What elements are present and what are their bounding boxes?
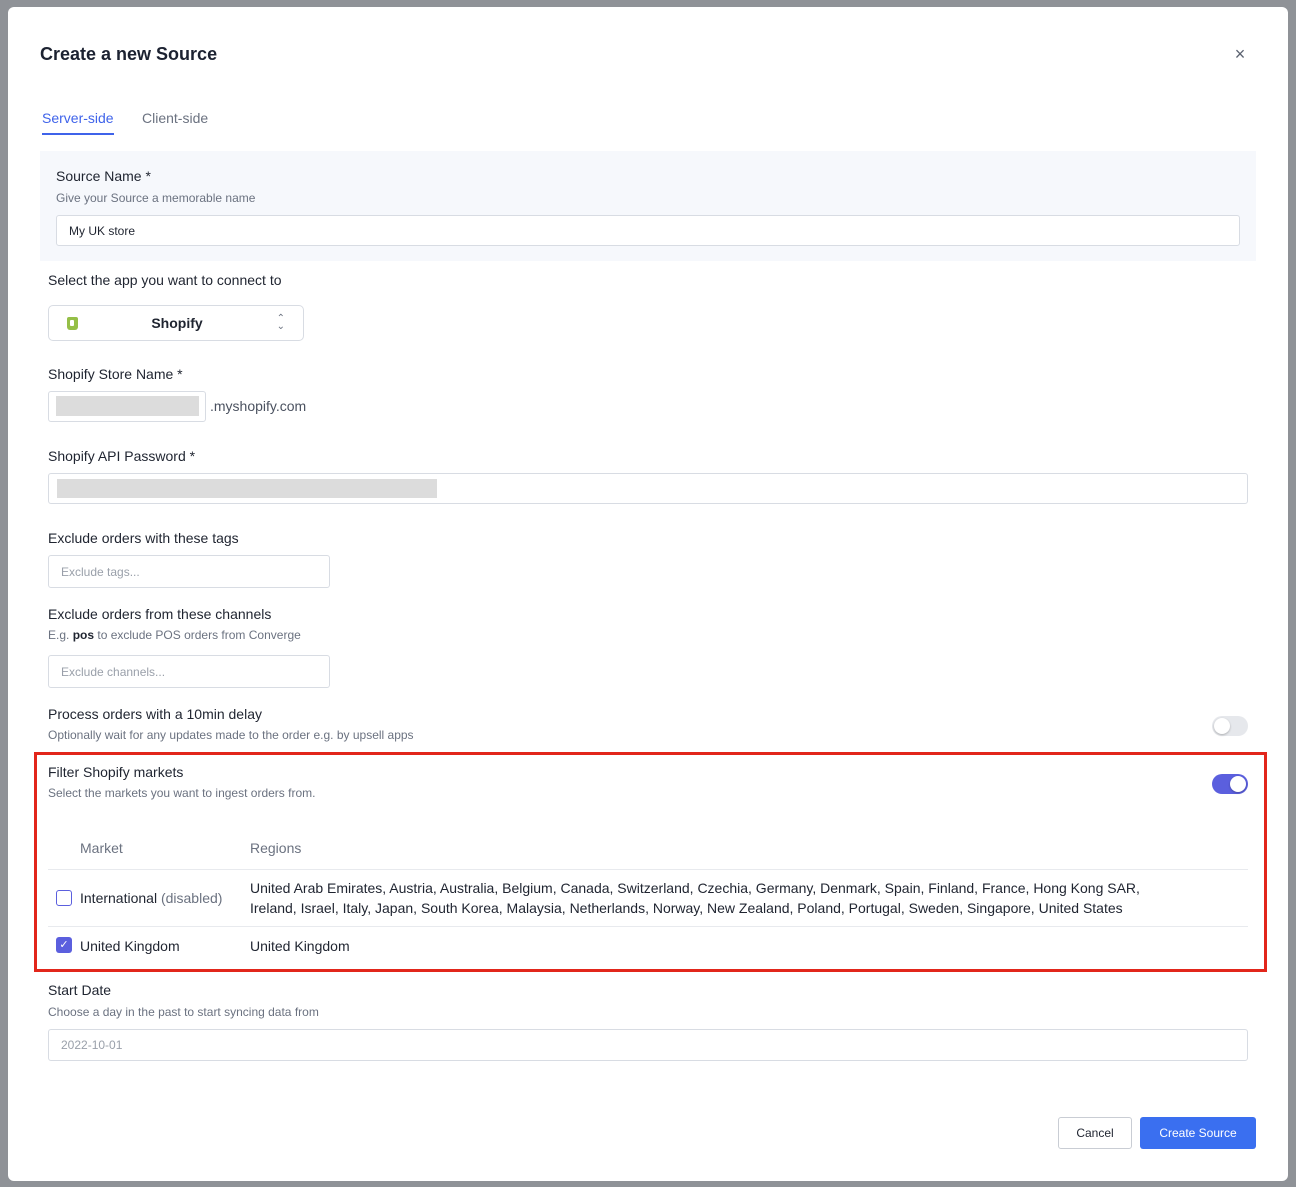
start-date-input[interactable]: 2022-10-01 xyxy=(48,1029,1248,1061)
markets-highlight-box xyxy=(34,752,1267,972)
exclude-channels-input[interactable]: Exclude channels... xyxy=(48,655,330,688)
app-select-value: Shopify xyxy=(151,315,203,331)
international-checkbox[interactable] xyxy=(56,890,72,906)
create-source-button[interactable]: Create Source xyxy=(1140,1117,1256,1149)
start-date-help: Choose a day in the past to start syncin… xyxy=(48,1005,319,1019)
close-icon[interactable]: × xyxy=(1232,44,1248,64)
united-kingdom-checkbox[interactable]: ✓ xyxy=(56,937,72,953)
start-date-label: Start Date xyxy=(48,982,112,998)
cancel-button[interactable]: Cancel xyxy=(1058,1117,1132,1149)
redacted-store-name xyxy=(56,396,199,416)
table-row-market-international: International (disabled) xyxy=(80,890,223,906)
source-name-label: Source Name * xyxy=(56,168,151,184)
modal-title: Create a new Source xyxy=(40,44,218,64)
markets-filter-help: Select the markets you want to ingest or… xyxy=(48,786,316,800)
redacted-api-password xyxy=(57,479,437,498)
markets-filter-label: Filter Shopify markets xyxy=(48,764,184,780)
tab-client-side[interactable]: Client-side xyxy=(142,110,208,133)
chevron-up-down-icon: ⌃ ⌄ xyxy=(276,313,285,332)
exclude-channels-help: E.g. pos to exclude POS orders from Conv… xyxy=(48,628,301,642)
market-column-header: Market xyxy=(80,840,123,856)
create-source-modal: Create a new Source × Server-side Client… xyxy=(8,7,1288,1181)
exclude-channels-label: Exclude orders from these channels xyxy=(48,606,272,622)
delay-help: Optionally wait for any updates made to … xyxy=(48,728,414,742)
delay-toggle[interactable] xyxy=(1212,716,1248,736)
exclude-tags-input[interactable]: Exclude tags... xyxy=(48,555,330,588)
markets-filter-toggle[interactable] xyxy=(1212,774,1248,794)
source-name-help: Give your Source a memorable name xyxy=(56,191,256,205)
table-row-regions-international: United Arab Emirates, Austria, Australia… xyxy=(250,880,1140,916)
table-row-regions-uk: United Kingdom xyxy=(250,938,350,954)
source-name-input[interactable]: My UK store xyxy=(56,215,1240,246)
store-name-label: Shopify Store Name * xyxy=(48,366,183,382)
toggle-knob xyxy=(1230,776,1246,792)
table-row-market-uk: United Kingdom xyxy=(80,938,180,954)
app-select-label: Select the app you want to connect to xyxy=(48,272,282,288)
app-select[interactable]: Shopify ⌃ ⌄ xyxy=(48,305,304,341)
store-name-suffix: .myshopify.com xyxy=(210,398,307,414)
toggle-knob xyxy=(1214,718,1230,734)
api-password-label: Shopify API Password * xyxy=(48,448,196,464)
regions-column-header: Regions xyxy=(250,840,302,856)
exclude-tags-label: Exclude orders with these tags xyxy=(48,530,239,546)
delay-label: Process orders with a 10min delay xyxy=(48,706,262,722)
table-divider xyxy=(48,869,1248,870)
tab-server-side[interactable]: Server-side xyxy=(42,110,114,135)
table-divider xyxy=(48,926,1248,927)
